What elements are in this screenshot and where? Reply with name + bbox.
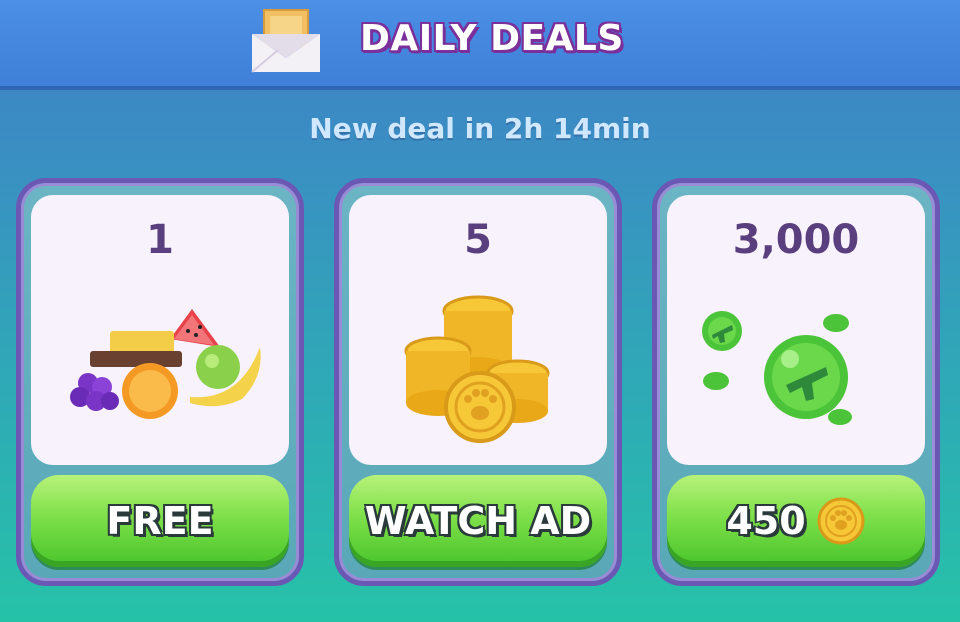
deal-quantity: 5	[464, 217, 492, 263]
next-deal-timer: New deal in 2h 14min	[309, 112, 651, 145]
paw-coin-icon	[817, 497, 865, 545]
buy-with-coins-button[interactable]: 450	[667, 475, 925, 567]
paw-coins-stack-icon	[404, 295, 550, 443]
deal-card-fruit: 1 FREE	[16, 178, 304, 586]
green-bubbles-icon	[702, 311, 852, 425]
deal-quantity: 1	[146, 217, 174, 263]
deal-panel: 3,000	[667, 195, 925, 465]
deal-panel: 1	[31, 195, 289, 465]
deal-panel: 5	[349, 195, 607, 465]
fruit-bundle-icon	[70, 309, 261, 419]
watch-ad-button[interactable]: WATCH AD	[349, 475, 607, 567]
deal-card-coins: 5 WATCH AD	[334, 178, 622, 586]
top-bar: DAILY DEALS	[0, 0, 960, 90]
envelope-icon	[251, 9, 320, 73]
button-label: WATCH AD	[364, 499, 592, 543]
deal-card-bubbles: 3,000 450	[652, 178, 940, 586]
deal-quantity: 3,000	[732, 217, 860, 263]
page-title: DAILY DEALS	[360, 18, 624, 59]
claim-free-button[interactable]: FREE	[31, 475, 289, 567]
button-label: FREE	[106, 499, 214, 543]
price-label: 450	[726, 499, 806, 543]
